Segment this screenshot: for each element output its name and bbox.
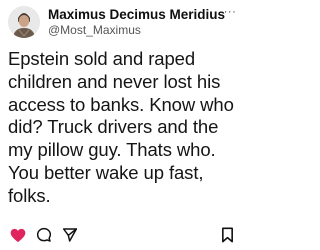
post-text: Epstein sold and raped children and neve… bbox=[8, 48, 234, 206]
paper-plane-icon bbox=[62, 228, 78, 242]
author-names: Maximus Decimus Meridius @Most_Maximus bbox=[48, 7, 225, 38]
author-display-name[interactable]: Maximus Decimus Meridius bbox=[48, 7, 225, 23]
like-button[interactable] bbox=[10, 227, 26, 243]
bookmark-icon bbox=[221, 227, 233, 243]
post-header: Maximus Decimus Meridius @Most_Maximus ·… bbox=[8, 6, 237, 42]
speech-bubble-icon bbox=[36, 227, 52, 242]
heart-icon bbox=[10, 228, 26, 242]
author-avatar[interactable] bbox=[8, 6, 40, 38]
author-handle[interactable]: @Most_Maximus bbox=[48, 23, 220, 38]
post-actions bbox=[10, 227, 235, 245]
more-icon[interactable]: ··· bbox=[223, 7, 237, 18]
avatar-image bbox=[8, 6, 40, 38]
share-button[interactable] bbox=[62, 227, 78, 243]
bookmark-button[interactable] bbox=[219, 227, 235, 243]
reply-button[interactable] bbox=[36, 227, 52, 243]
social-post: Maximus Decimus Meridius @Most_Maximus ·… bbox=[0, 0, 245, 250]
